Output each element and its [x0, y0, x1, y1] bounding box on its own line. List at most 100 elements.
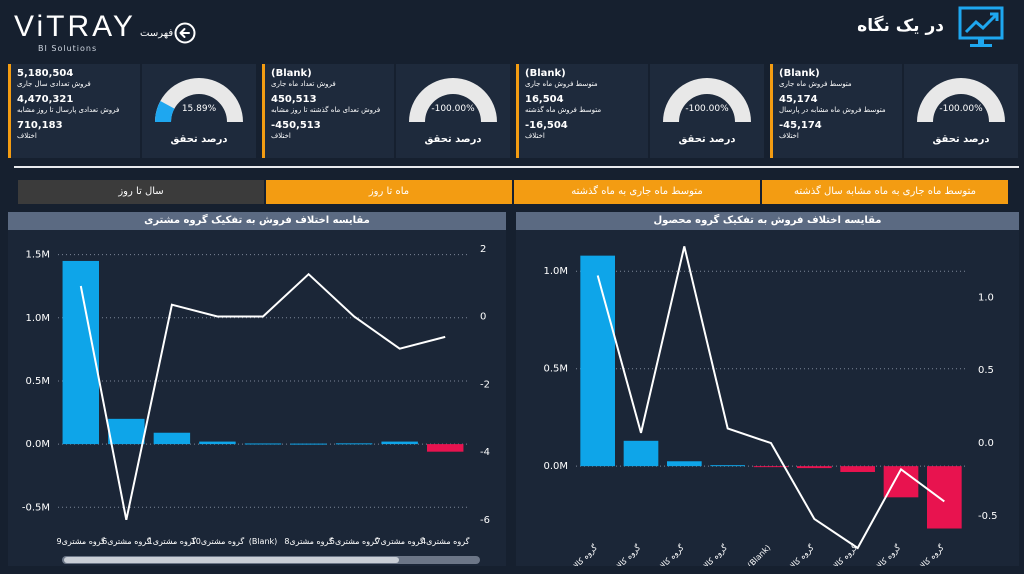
kpi-label: اختلاف [779, 132, 799, 140]
gauge-chart [917, 78, 1005, 122]
kpi-label: اختلاف [271, 132, 291, 140]
tab-avg-vs-last-month[interactable]: متوسط ماه جاری به ماه گذشته [514, 180, 760, 204]
chart-bar [427, 444, 464, 452]
kpi-gauge: -100.00% درصد تحقق [396, 64, 510, 158]
kpi-gauge: -100.00% درصد تحقق [650, 64, 764, 158]
gauge-label: درصد تحقق [678, 134, 736, 145]
chart-title: مقایسه اختلاف فروش به تفکیک گروه مشتری [8, 212, 506, 230]
period-tabs: سال تا روز ماه تا روز متوسط ماه جاری به … [18, 180, 1008, 204]
y-axis-tick-label: -0.5M [22, 502, 50, 513]
gauge-percent: -100.00% [431, 104, 475, 114]
kpi-gauge: -100.00% درصد تحقق [904, 64, 1018, 158]
y2-axis-tick-label: 2 [480, 244, 486, 255]
menu-label[interactable]: فهرست [140, 28, 173, 39]
kpi-label: فروش تعدادی سال جاری [17, 80, 91, 88]
kpi-label: اختلاف [525, 132, 545, 140]
kpi-value: -450,513 [271, 120, 321, 131]
kpi-card: (Blank) متوسط فروش ماه جاری 16,504 متوسط… [516, 64, 764, 158]
kpi-value: (Blank) [271, 68, 312, 79]
chart-bar [153, 432, 191, 445]
product-group-chart: 1.0M 0.5M 0.0M 1.0 0.5 0.0 -0.5 گروه کالا 4 گروه… [543, 246, 998, 566]
kpi-info: (Blank) فروش تعداد ماه جاری 450,513 فروش… [262, 64, 394, 158]
customer-group-chart: 1.5M 1.0M 0.5M 0.0M -0.5M 2 0 -2 -4 -6 گروه مشتری9… [22, 244, 490, 546]
x-axis-tick-label: گروه کالا 5 [652, 542, 686, 566]
x-axis-tick-label: گروه مشتری1 [148, 536, 197, 546]
gauge-chart [155, 78, 243, 122]
chart-bar [710, 465, 745, 467]
kpi-label: متوسط فروش ماه گذشته [525, 106, 602, 114]
chart-bar [199, 441, 236, 445]
chart-bar [381, 441, 418, 445]
kpi-label: فروش تعدای ماه گذشته تا روز مشابه [271, 106, 381, 114]
y-axis-tick-label: 0.5M [25, 376, 50, 387]
gauge-track [409, 78, 497, 122]
kpi-label: متوسط فروش ماه جاری [525, 80, 598, 88]
x-axis-tick-label: گروه مشتری5 [330, 536, 379, 546]
gauge-label: درصد تحقق [932, 134, 990, 145]
x-axis-tick-label: گروه کالا 1 [609, 542, 643, 566]
x-axis-tick-label: (Blank) [746, 543, 773, 566]
chart-title: مقایسه اختلاف فروش به تفکیک گروه محصول [516, 212, 1019, 230]
kpi-label: فروش تعدادی پارسال تا روز مشابه [17, 106, 120, 114]
chart-bar [290, 443, 327, 445]
logo-text: ViTRAY [14, 10, 136, 43]
chart-bar [840, 466, 875, 472]
kpi-row: 5,180,504 فروش تعدادی سال جاری 4,470,321… [8, 64, 1020, 158]
x-axis-tick-label: گروه کالا 6 [912, 542, 946, 566]
chart-bar [927, 466, 962, 529]
gauge-label: درصد تحقق [170, 134, 228, 145]
kpi-info: (Blank) متوسط فروش ماه جاری 45,174 متوسط… [770, 64, 902, 158]
kpi-gauge: 15.89% درصد تحقق [142, 64, 256, 158]
horizontal-scrollbar[interactable] [62, 556, 480, 564]
gauge-chart [409, 78, 497, 122]
kpi-label: متوسط فروش ماه مشابه در پارسال [779, 106, 886, 114]
kpi-info: (Blank) متوسط فروش ماه جاری 16,504 متوسط… [516, 64, 648, 158]
y-axis-tick-label: 1.5M [25, 250, 50, 261]
kpi-value: -45,174 [779, 120, 822, 131]
kpi-card: 5,180,504 فروش تعدادی سال جاری 4,470,321… [8, 64, 256, 158]
y-axis-tick-label: 1.0M [543, 266, 568, 277]
section-divider [14, 166, 1019, 168]
x-axis-tick-label: گروه مشتری10 [191, 536, 245, 546]
y2-axis-tick-label: 0.0 [978, 438, 994, 449]
gauge-label: درصد تحقق [424, 134, 482, 145]
chart-bar [623, 440, 659, 467]
y-axis-tick-label: 0.0M [25, 439, 50, 450]
gauge-chart [663, 78, 751, 122]
x-axis-tick-label: گروه کالا 7 [782, 542, 816, 566]
chart-panel-customer: مقایسه اختلاف فروش به تفکیک گروه مشتری 1… [8, 212, 506, 566]
kpi-info: 5,180,504 فروش تعدادی سال جاری 4,470,321… [8, 64, 140, 158]
chart-line [596, 246, 945, 550]
chart-bar [244, 443, 282, 445]
kpi-value: 710,183 [17, 120, 63, 131]
gauge-track [917, 78, 1005, 122]
tab-month-to-date[interactable]: ماه تا روز [266, 180, 512, 204]
tab-year-to-date[interactable]: سال تا روز [18, 180, 264, 204]
x-axis-tick-label: گروه مشتری7 [375, 536, 424, 546]
gauge-percent: -100.00% [685, 104, 729, 114]
chart-panel-product: مقایسه اختلاف فروش به تفکیک گروه محصول 1… [516, 212, 1019, 566]
x-axis-tick-label: گروه مشتری9 [57, 536, 106, 546]
tab-avg-vs-last-year[interactable]: متوسط ماه جاری به ماه مشابه سال گذشته [762, 180, 1008, 204]
chart-bar [667, 461, 702, 467]
y-axis-tick-label: 0.5M [543, 364, 568, 375]
chart-bar [335, 443, 373, 445]
scrollbar-thumb[interactable] [64, 557, 399, 563]
x-axis-tick-label: گروه کالا 3 [826, 542, 860, 566]
kpi-card: (Blank) متوسط فروش ماه جاری 45,174 متوسط… [770, 64, 1018, 158]
gauge-percent: 15.89% [181, 104, 217, 114]
kpi-label: فروش تعداد ماه جاری [271, 80, 336, 88]
chart-bar [797, 466, 832, 469]
y2-axis-tick-label: -6 [480, 515, 490, 526]
kpi-value: 45,174 [779, 94, 818, 105]
y-axis-tick-label: 1.0M [25, 313, 50, 324]
page-title: در یک نگاه [857, 16, 944, 36]
y2-axis-tick-label: -4 [480, 447, 490, 458]
kpi-label: متوسط فروش ماه جاری [779, 80, 852, 88]
y2-axis-tick-label: 0.5 [978, 365, 994, 376]
kpi-value: (Blank) [525, 68, 566, 79]
x-axis-tick-label: گروه مشتری6 [102, 536, 151, 546]
y2-axis-tick-label: 1.0 [978, 292, 994, 303]
y-axis-tick-label: 0.0M [543, 461, 568, 472]
arrow-left-circle-icon[interactable] [174, 22, 196, 44]
